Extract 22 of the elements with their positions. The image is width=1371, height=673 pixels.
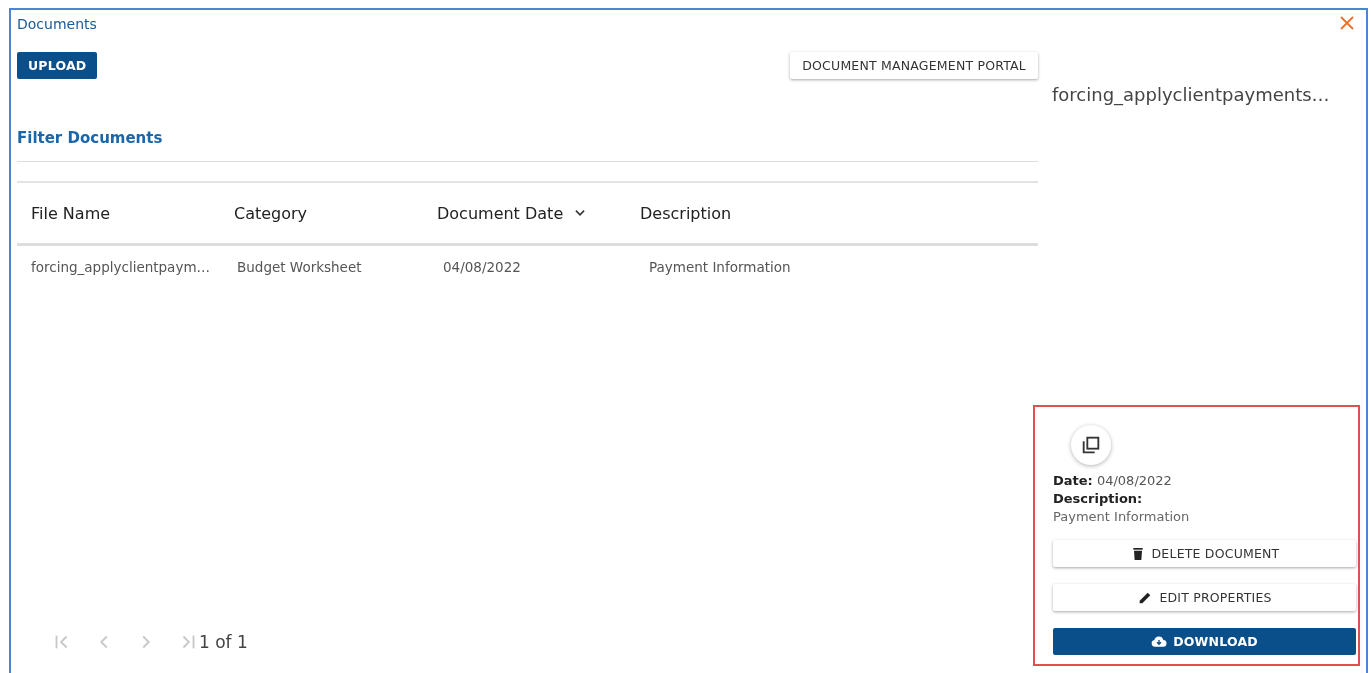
description-text: Payment Information [1053, 509, 1191, 524]
column-header[interactable]: Document Date [437, 203, 564, 223]
close-icon[interactable] [1338, 14, 1356, 32]
file-title: forcing_applyclientpayments… [1052, 84, 1331, 105]
table-cell-text: forcing_applyclientpaym… [30, 259, 212, 275]
page-indicator: 1 of 1 [199, 632, 248, 652]
copy-icon [1080, 434, 1102, 456]
table-cell-text: 04/08/2022 [442, 259, 522, 275]
column-header[interactable]: File Name [31, 203, 111, 223]
download-button[interactable]: DOWNLOAD [1053, 628, 1356, 655]
table-cell-text: Payment Information [648, 259, 792, 275]
description-label: Description: [1053, 491, 1144, 506]
portal-button[interactable]: DOCUMENT MANAGEMENT PORTAL [790, 52, 1038, 79]
window-title: Documents [17, 16, 98, 32]
date-text: Date: 04/08/2022 [1053, 473, 1173, 488]
table-cell-text: Budget Worksheet [236, 259, 363, 275]
delete-button[interactable]: DELETE DOCUMENT [1053, 540, 1356, 567]
upload-button[interactable]: UPLOAD [17, 52, 98, 79]
edit-button[interactable]: EDIT PROPERTIES [1053, 584, 1356, 611]
column-header[interactable]: Category [234, 203, 308, 223]
column-header[interactable]: Description [640, 203, 732, 223]
filter-link[interactable]: Filter Documents [17, 129, 1038, 147]
